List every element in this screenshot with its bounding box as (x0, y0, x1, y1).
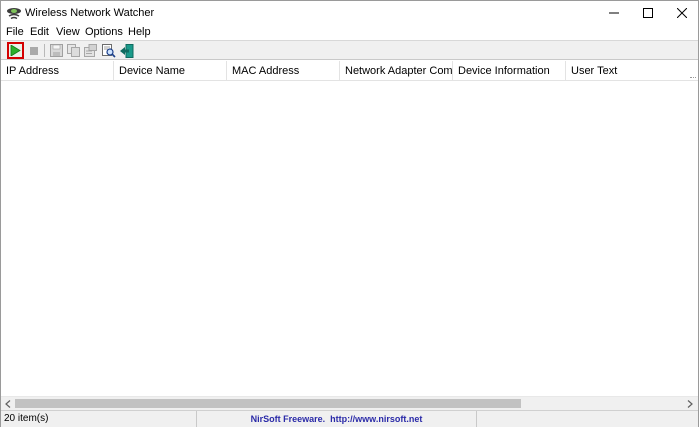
scroll-thumb[interactable] (15, 399, 521, 408)
minimize-icon (609, 12, 619, 14)
find-icon (101, 43, 116, 58)
toolbar (1, 40, 698, 60)
column-header-mac-address[interactable]: MAC Address (227, 61, 340, 81)
maximize-button[interactable] (631, 1, 665, 25)
column-header-network-adapter-company[interactable]: Network Adapter Comp (340, 61, 453, 81)
device-list[interactable]: IP Address Device Name MAC Address Netwo… (1, 61, 698, 396)
scroll-left-button[interactable] (3, 399, 13, 409)
exit-button[interactable] (118, 42, 135, 59)
item-count: 20 item(s) (1, 411, 197, 427)
properties-button[interactable] (82, 42, 99, 59)
column-overflow-marker (690, 77, 696, 80)
chevron-right-icon (687, 400, 693, 408)
stop-icon (29, 46, 38, 55)
nirsoft-link[interactable]: NirSoft Freeware. http://www.nirsoft.net (197, 411, 477, 427)
play-icon (10, 45, 21, 56)
window-title: Wireless Network Watcher (25, 7, 155, 19)
menu-file[interactable]: File (6, 26, 24, 38)
copy-button[interactable] (65, 42, 82, 59)
toolbar-separator (44, 44, 45, 57)
save-icon (50, 44, 63, 57)
wifi-eye-icon (6, 6, 22, 20)
close-icon (677, 8, 687, 18)
properties-icon (84, 44, 97, 57)
title-bar[interactable]: Wireless Network Watcher (1, 1, 698, 25)
menu-edit[interactable]: Edit (30, 26, 49, 38)
close-button[interactable] (665, 1, 699, 25)
column-header-ip-address[interactable]: IP Address (1, 61, 114, 81)
minimize-button[interactable] (597, 1, 631, 25)
column-header-device-information[interactable]: Device Information (453, 61, 566, 81)
column-header-device-name[interactable]: Device Name (114, 61, 227, 81)
status-bar: 20 item(s) NirSoft Freeware. http://www.… (1, 410, 698, 427)
menu-options[interactable]: Options (85, 26, 123, 38)
find-button[interactable] (100, 42, 117, 59)
app-window: Wireless Network Watcher File Edit View … (0, 0, 699, 427)
menu-view[interactable]: View (56, 26, 80, 38)
scroll-right-button[interactable] (685, 399, 695, 409)
stop-scanning-button[interactable] (25, 42, 42, 59)
copy-icon (67, 44, 80, 57)
horizontal-scrollbar[interactable] (1, 396, 698, 410)
chevron-left-icon (5, 400, 11, 408)
maximize-icon (643, 8, 653, 18)
save-button[interactable] (48, 42, 65, 59)
menu-help[interactable]: Help (128, 26, 151, 38)
start-scanning-button[interactable] (7, 42, 24, 59)
exit-icon (119, 43, 133, 58)
menu-bar: File Edit View Options Help (1, 25, 698, 40)
column-header-user-text[interactable]: User Text (566, 61, 698, 81)
